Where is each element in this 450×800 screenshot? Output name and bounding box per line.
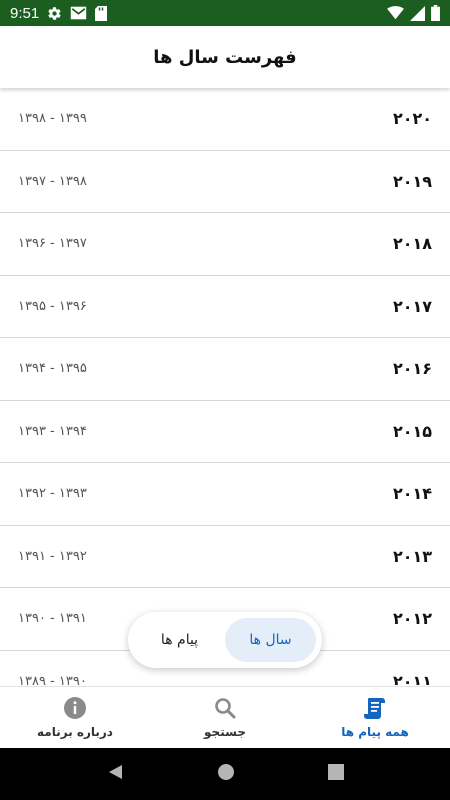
app-bar: فهرست سال ها xyxy=(0,26,450,88)
year-label: ۲۰۱۷ xyxy=(392,296,432,316)
list-item[interactable]: ۱۳۹۲ - ۱۳۹۳ ۲۰۱۴ xyxy=(0,463,450,526)
year-label: ۲۰۱۲ xyxy=(392,609,432,629)
year-label: ۲۰۲۰ xyxy=(392,109,432,129)
year-label: ۲۰۱۳ xyxy=(392,546,432,566)
nav-label-search: جستجو xyxy=(204,725,246,739)
nav-label-about: درباره برنامه xyxy=(37,725,113,739)
system-nav-bar xyxy=(0,748,450,800)
hijri-range: ۱۳۹۶ - ۱۳۹۷ xyxy=(18,236,87,252)
year-label: ۲۰۱۴ xyxy=(392,484,432,504)
search-icon xyxy=(213,696,237,720)
status-bar: 9:51 xyxy=(0,0,450,26)
wifi-icon xyxy=(387,6,404,20)
recents-icon[interactable] xyxy=(327,764,344,784)
year-label: ۲۰۱۱ xyxy=(392,671,432,685)
year-label: ۲۰۱۶ xyxy=(392,359,432,379)
back-icon[interactable] xyxy=(106,763,124,785)
hijri-range: ۱۳۹۰ - ۱۳۹۱ xyxy=(18,611,87,627)
list-item[interactable]: ۱۳۹۵ - ۱۳۹۶ ۲۰۱۷ xyxy=(0,276,450,338)
list-item[interactable]: ۱۳۹۸ - ۱۳۹۹ ۲۰۲۰ xyxy=(0,88,450,151)
list-item[interactable]: ۱۳۹۶ - ۱۳۹۷ ۲۰۱۸ xyxy=(0,213,450,276)
hijri-range: ۱۳۹۲ - ۱۳۹۳ xyxy=(18,486,87,502)
nav-item-all-messages[interactable]: همه پیام ها xyxy=(300,687,450,748)
bottom-nav: درباره برنامه جستجو همه پیام ها xyxy=(0,686,450,748)
nav-label-all-messages: همه پیام ها xyxy=(341,725,409,739)
hijri-range: ۱۳۹۱ - ۱۳۹۲ xyxy=(18,548,87,564)
list-item[interactable]: ۱۳۹۱ - ۱۳۹۲ ۲۰۱۳ xyxy=(0,526,450,588)
years-toggle-button[interactable]: سال ها xyxy=(225,618,316,662)
hijri-range: ۱۳۹۴ - ۱۳۹۵ xyxy=(18,361,87,377)
list-item[interactable]: ۱۳۹۷ - ۱۳۹۸ ۲۰۱۹ xyxy=(0,151,450,213)
list-item[interactable]: ۱۳۹۴ - ۱۳۹۵ ۲۰۱۶ xyxy=(0,338,450,401)
messages-toggle-button[interactable]: پیام ها xyxy=(134,618,225,662)
info-icon xyxy=(63,696,87,720)
hijri-range: ۱۳۹۳ - ۱۳۹۴ xyxy=(18,423,87,439)
year-label: ۲۰۱۵ xyxy=(392,421,432,441)
mail-icon xyxy=(70,6,87,20)
page-title: فهرست سال ها xyxy=(153,46,297,68)
list-item[interactable]: ۱۳۹۳ - ۱۳۹۴ ۲۰۱۵ xyxy=(0,401,450,463)
year-label: ۲۰۱۹ xyxy=(392,171,432,191)
hijri-range: ۱۳۸۹ - ۱۳۹۰ xyxy=(18,673,87,685)
signal-icon xyxy=(410,5,425,21)
sd-card-icon xyxy=(95,5,108,21)
year-list[interactable]: ۱۳۹۸ - ۱۳۹۹ ۲۰۲۰ ۱۳۹۷ - ۱۳۹۸ ۲۰۱۹ ۱۳۹۶ -… xyxy=(0,88,450,685)
hijri-range: ۱۳۹۷ - ۱۳۹۸ xyxy=(18,173,87,189)
nav-item-search[interactable]: جستجو xyxy=(150,687,300,748)
hijri-range: ۱۳۹۸ - ۱۳۹۹ xyxy=(18,111,87,127)
scroll-icon xyxy=(363,696,387,720)
battery-icon xyxy=(431,5,440,21)
nav-item-about[interactable]: درباره برنامه xyxy=(0,687,150,748)
settings-icon xyxy=(47,6,62,21)
year-label: ۲۰۱۸ xyxy=(392,234,432,254)
hijri-range: ۱۳۹۵ - ۱۳۹۶ xyxy=(18,298,87,314)
view-toggle: پیام ها سال ها xyxy=(128,612,322,668)
home-icon[interactable] xyxy=(217,763,235,785)
status-time: 9:51 xyxy=(10,4,40,22)
